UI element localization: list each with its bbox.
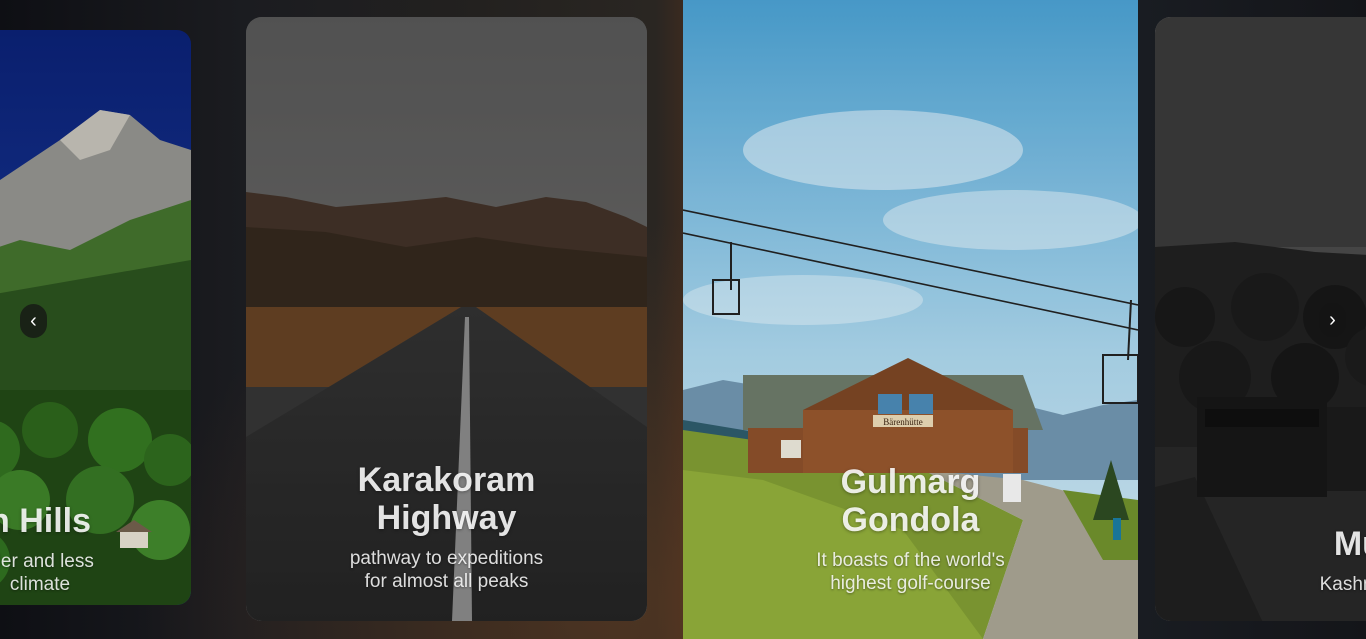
slide-description: pathway to expeditions for almost all pea… (349, 548, 544, 592)
slide-caption: n Hills oler and lessclimate (0, 502, 180, 596)
slide-description: It boasts of the world's highest golf-cou… (816, 550, 1005, 594)
slide-caption: Gulmarg Gondola It boasts of the world's h… (683, 463, 1138, 595)
slide-gulmarg-gondola[interactable]: Bärenhütte Gulmarg Gondola It boasts of t… (683, 0, 1138, 639)
slide-description: Kashmir of (1319, 574, 1366, 595)
slide-caption: Mur Kashmir of (1155, 525, 1366, 596)
chevron-right-icon: › (1329, 309, 1336, 331)
slide-title: n Hills (0, 502, 92, 540)
slide-karakoram-highway[interactable]: Karakoram Highway pathway to expeditions f… (246, 17, 647, 621)
slide-caption: Karakoram Highway pathway to expeditions f… (246, 461, 647, 593)
previous-slide-button[interactable]: ‹ (20, 304, 47, 338)
slide-title: Gulmarg Gondola (840, 463, 981, 539)
slide-title: Karakoram Highway (357, 461, 536, 537)
slide-description: oler and lessclimate (0, 551, 94, 595)
next-slide-button[interactable]: › (1319, 303, 1346, 337)
slide-title: Mur (1333, 525, 1366, 563)
chevron-left-icon: ‹ (30, 310, 37, 332)
